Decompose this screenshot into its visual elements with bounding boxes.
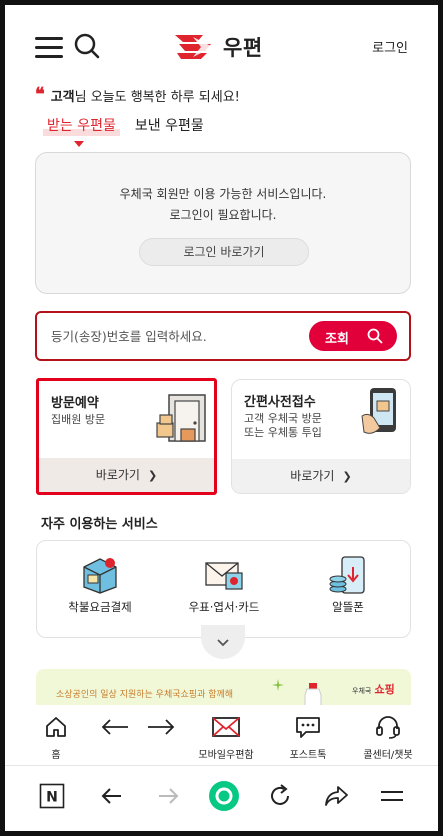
tracking-number-input[interactable] bbox=[51, 323, 301, 349]
card-subtitle-line1: 고객 우체국 방문 bbox=[244, 412, 322, 425]
browser-menu-button[interactable] bbox=[379, 783, 405, 813]
tab-sent-mail[interactable]: 보낸 우편물 bbox=[133, 115, 206, 135]
share-arrow-icon bbox=[325, 786, 348, 806]
nav-back[interactable] bbox=[97, 715, 133, 743]
logo-text: 우편 bbox=[223, 36, 263, 60]
nav-forward[interactable] bbox=[143, 715, 179, 743]
card-action-label: 바로가기 bbox=[95, 468, 140, 482]
banner-brand: 우체국 쇼핑 bbox=[352, 681, 395, 697]
frequent-services-title: 자주 이용하는 서비스 bbox=[41, 517, 158, 532]
browser-back-button[interactable] bbox=[99, 783, 125, 813]
nav-label: 콜센터/챗봇 bbox=[363, 750, 413, 761]
chevron-right-icon: ❯ bbox=[147, 469, 158, 482]
service-label: 알뜰폰 bbox=[332, 600, 364, 614]
service-stamps-postcards[interactable]: 우표·엽서·카드 bbox=[169, 555, 279, 615]
visit-reservation-link[interactable]: 바로가기 ❯ bbox=[39, 458, 214, 492]
search-icon[interactable] bbox=[73, 32, 101, 60]
refresh-icon bbox=[271, 784, 289, 805]
app-screen: 우편 로그인 ❝ 고객 님 오늘도 행복한 하루 되세요! 받는 우편물 보낸 … bbox=[0, 0, 443, 836]
visit-reservation-card[interactable]: 방문예약 집배원 방문 바로가기 ❯ bbox=[36, 378, 217, 495]
app-bottom-nav: 홈 모바일우편함 포스트톡 콜센터/챗봇 bbox=[5, 705, 438, 765]
service-label: 착불요금결제 bbox=[68, 600, 132, 614]
active-tab-caret-icon bbox=[74, 141, 84, 147]
easy-preregistration-link[interactable]: 바로가기 ❯ bbox=[232, 459, 410, 493]
login-shortcut-button[interactable]: 로그인 바로가기 bbox=[139, 238, 309, 266]
service-label: 우표·엽서·카드 bbox=[188, 600, 260, 614]
post-emblem-icon bbox=[175, 35, 213, 59]
card-subtitle: 고객 우체국 방문 또는 우체통 투입 bbox=[244, 412, 322, 440]
login-message-line1: 우체국 회원만 이용 가능한 서비스입니다. bbox=[119, 187, 327, 201]
top-header: 우편 로그인 bbox=[5, 5, 438, 81]
green-dot-icon bbox=[209, 781, 239, 811]
chevron-right-icon: ❯ bbox=[342, 470, 352, 483]
menu-icon bbox=[381, 791, 403, 801]
card-title: 방문예약 bbox=[51, 396, 99, 411]
menu-icon[interactable] bbox=[35, 35, 63, 59]
banner-brand-small: 우체국 bbox=[352, 687, 372, 695]
card-title: 간편사전접수 bbox=[244, 395, 316, 410]
expand-services-button[interactable] bbox=[201, 625, 245, 659]
nav-label: 모바일우편함 bbox=[198, 750, 254, 761]
tracking-search-label: 조회 bbox=[325, 332, 349, 347]
browser-refresh-button[interactable] bbox=[267, 783, 293, 813]
search-icon bbox=[367, 328, 383, 344]
card-subtitle-line2: 또는 우체통 투입 bbox=[244, 426, 322, 439]
phone-parcel-icon bbox=[361, 388, 396, 434]
chat-bubble-icon bbox=[296, 717, 320, 738]
banner-text: 소상공인의 일상 지원하는 우체국쇼핑과 함께해 bbox=[56, 690, 234, 700]
nav-label: 홈 bbox=[51, 750, 61, 761]
frequent-services-panel: 착불요금결제 우표·엽서·카드 알뜰폰 bbox=[36, 540, 411, 638]
home-icon bbox=[46, 717, 66, 737]
greeting: ❝ 고객 님 오늘도 행복한 하루 되세요! bbox=[35, 85, 240, 105]
browser-forward-button[interactable] bbox=[155, 783, 181, 813]
naver-home-button[interactable]: N bbox=[39, 783, 65, 813]
login-link[interactable]: 로그인 bbox=[372, 37, 408, 56]
phone-coins-icon bbox=[329, 556, 365, 594]
greeting-message: 님 오늘도 행복한 하루 되세요! bbox=[74, 89, 240, 105]
tab-received-mail[interactable]: 받는 우편물 bbox=[43, 115, 120, 136]
naver-n-letter: N bbox=[46, 790, 58, 806]
service-cod-payment[interactable]: 착불요금결제 bbox=[45, 555, 155, 615]
service-budget-phone[interactable]: 알뜰폰 bbox=[293, 555, 403, 615]
door-parcel-icon bbox=[156, 394, 206, 442]
sparkle-icon bbox=[272, 679, 284, 691]
arrow-right-icon bbox=[159, 788, 179, 804]
nav-label: 포스트톡 bbox=[289, 750, 327, 761]
arrow-left-icon bbox=[101, 719, 128, 735]
browser-toolbar: N bbox=[5, 765, 438, 831]
card-action-label: 바로가기 bbox=[290, 469, 335, 483]
login-message-line2: 로그인이 필요합니다. bbox=[169, 208, 277, 222]
tracking-search-button[interactable]: 조회 bbox=[309, 321, 397, 351]
package-payment-icon bbox=[83, 558, 117, 594]
tracking-search-bar: 조회 bbox=[35, 311, 411, 361]
headset-icon bbox=[376, 716, 400, 739]
mail-tabs: 받는 우편물 보낸 우편물 bbox=[43, 115, 206, 136]
login-required-message: 우체국 회원만 이용 가능한 서비스입니다. 로그인이 필요합니다. bbox=[36, 184, 410, 226]
quote-icon: ❝ bbox=[35, 84, 45, 105]
easy-preregistration-card[interactable]: 간편사전접수 고객 우체국 방문 또는 우체통 투입 바로가기 ❯ bbox=[231, 379, 411, 494]
nav-callcenter-chatbot[interactable]: 콜센터/챗봇 bbox=[355, 715, 421, 761]
green-dot-button[interactable] bbox=[208, 780, 240, 816]
post-logo[interactable]: 우편 bbox=[173, 31, 273, 61]
chevron-down-icon bbox=[217, 639, 229, 647]
stamp-envelope-icon bbox=[205, 562, 243, 590]
nav-posttalk[interactable]: 포스트톡 bbox=[283, 715, 333, 761]
greeting-name: 고객 bbox=[50, 89, 75, 105]
banner-brand-name: 쇼핑 bbox=[374, 683, 395, 696]
arrow-right-icon bbox=[148, 719, 175, 735]
login-required-panel: 우체국 회원만 이용 가능한 서비스입니다. 로그인이 필요합니다. 로그인 바… bbox=[35, 152, 411, 294]
browser-share-button[interactable] bbox=[323, 783, 349, 813]
nav-mobile-mailbox[interactable]: 모바일우편함 bbox=[195, 715, 257, 761]
nav-home[interactable]: 홈 bbox=[41, 715, 71, 761]
arrow-left-icon bbox=[101, 788, 121, 804]
card-subtitle: 집배원 방문 bbox=[51, 413, 106, 426]
mail-envelope-icon bbox=[212, 717, 240, 737]
naver-n-icon: N bbox=[39, 783, 65, 809]
